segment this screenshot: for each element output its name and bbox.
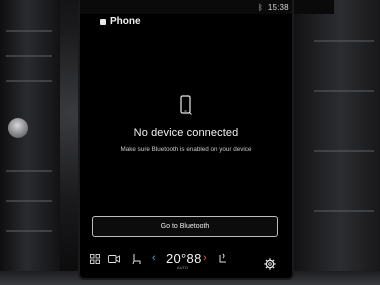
no-device-subtitle: Make sure Bluetooth is enabled on your d… bbox=[120, 146, 252, 153]
fan-icon[interactable] bbox=[218, 253, 228, 265]
settings-icon[interactable] bbox=[264, 258, 276, 270]
phone-app-icon bbox=[100, 18, 106, 25]
vent-slat bbox=[314, 210, 374, 212]
no-device-title: No device connected bbox=[133, 127, 239, 139]
home-grid-icon[interactable] bbox=[90, 254, 100, 264]
vent-slat bbox=[6, 230, 52, 232]
temp-up-icon[interactable]: › bbox=[203, 252, 207, 264]
vent-slat bbox=[6, 170, 52, 172]
climate-bar: ‹ 20°88 AUTO › bbox=[80, 244, 292, 274]
left-air-vent bbox=[0, 0, 60, 285]
go-to-bluetooth-button[interactable]: Go to Bluetooth bbox=[92, 216, 278, 237]
no-device-panel: No device connected Make sure Bluetooth … bbox=[80, 95, 292, 153]
phone-device-icon bbox=[180, 95, 192, 115]
right-air-vent bbox=[292, 0, 380, 285]
vent-slat bbox=[314, 40, 374, 42]
temperature-mode: AUTO bbox=[177, 265, 189, 270]
app-title: Phone bbox=[110, 16, 141, 27]
status-bar-extension bbox=[292, 0, 334, 14]
bluetooth-icon: ᛒ bbox=[258, 2, 263, 12]
clock: 15:38 bbox=[267, 2, 289, 12]
app-header[interactable]: Phone bbox=[100, 16, 141, 27]
temp-down-icon[interactable]: ‹ bbox=[152, 252, 156, 264]
vent-slat bbox=[6, 55, 52, 57]
camera-icon[interactable] bbox=[108, 254, 120, 264]
infotainment-screen: Phone No device connected Make sure Blue… bbox=[80, 0, 292, 278]
seat-heat-icon[interactable] bbox=[132, 253, 142, 265]
vent-slat bbox=[6, 30, 52, 32]
status-indicators: ᛒ 15:38 bbox=[258, 2, 289, 12]
vent-slat bbox=[314, 90, 374, 92]
temperature-display[interactable]: 20°88 bbox=[166, 251, 202, 266]
vent-slat bbox=[6, 80, 52, 82]
vent-slat bbox=[6, 200, 52, 202]
car-dashboard: Phone No device connected Make sure Blue… bbox=[0, 0, 380, 285]
vent-knob bbox=[4, 114, 32, 142]
vent-slat bbox=[314, 150, 374, 152]
